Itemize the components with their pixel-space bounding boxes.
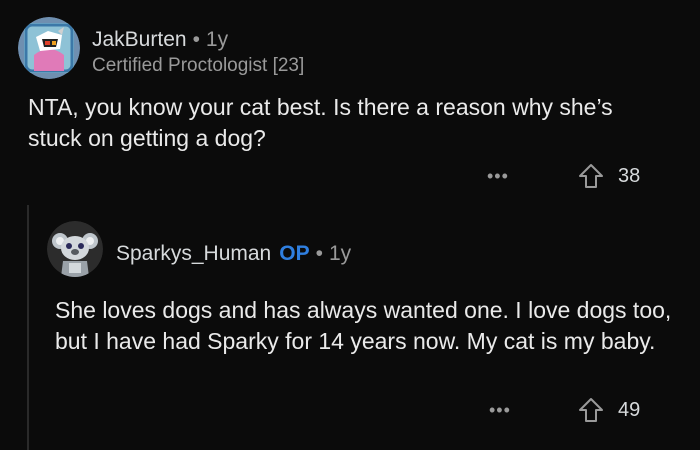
avatar-jakburten[interactable]: [18, 17, 80, 79]
comment-1-body: NTA, you know your cat best. Is there a …: [28, 94, 613, 151]
comment-1-upvote-count: 38: [618, 164, 641, 187]
comment-2-body: She loves dogs and has always wanted one…: [55, 297, 672, 354]
comment-2-username[interactable]: Sparkys_Human: [116, 242, 271, 265]
koala-avatar-icon: [47, 221, 103, 277]
op-badge: OP: [279, 242, 310, 265]
comment-2-vote: 49: [578, 397, 640, 423]
comment-1-username[interactable]: JakBurten: [92, 28, 187, 51]
comment-1-flair: Certified Proctologist [23]: [92, 55, 305, 76]
comment-2-separator: •: [315, 242, 323, 265]
comment-2-upvote-count: 49: [618, 398, 641, 421]
upvote-arrow-icon[interactable]: [578, 397, 604, 423]
comment-1-age: 1y: [205, 28, 229, 51]
comment-1-more-button[interactable]: •••: [487, 166, 509, 187]
upvote-arrow-icon[interactable]: [578, 163, 604, 189]
comment-1-separator: •: [192, 28, 200, 51]
robot-avatar-icon: [18, 17, 80, 79]
avatar-sparkys-human[interactable]: [47, 221, 103, 277]
comment-2-more-button[interactable]: •••: [489, 400, 511, 421]
comment-2-header: Sparkys_Human OP • 1y: [116, 242, 351, 266]
thread-line[interactable]: [27, 205, 29, 450]
comment-1-vote: 38: [578, 163, 640, 189]
comment-2-age: 1y: [328, 242, 352, 265]
comment-1-header: JakBurten • 1y: [92, 28, 228, 52]
